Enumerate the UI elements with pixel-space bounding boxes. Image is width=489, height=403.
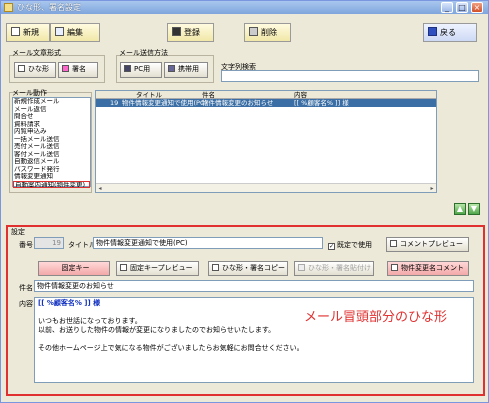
content-line: その他ホームページ上で気になる物件がございましたらお気軽にお問合せください。 <box>38 344 304 352</box>
new-document-icon <box>11 27 20 36</box>
fixed-key-preview-button[interactable]: 固定キープレビュー <box>116 261 199 276</box>
comment-preview-button[interactable]: コメントプレビュー <box>386 237 469 252</box>
mail-actions-list[interactable]: 新規作成メール メール返信 問合せ 資料請求 内覧申込み 一括メール送信 売付メール送信 客付… <box>12 97 91 188</box>
eraser-icon <box>249 27 258 36</box>
content-line <box>38 335 470 344</box>
comment-icon <box>391 264 398 271</box>
arrow-down-icon: ▼ <box>470 204 478 213</box>
property-comment-button[interactable]: 物件変更名コメント <box>387 261 469 276</box>
pc-label: PC用 <box>134 65 151 73</box>
register-label: 登録 <box>184 28 200 37</box>
mobile-phone-icon <box>168 65 175 72</box>
default-use-checkbox[interactable]: ✓ 既定で使用 <box>328 240 372 250</box>
send-method-label: メール送信方法 <box>119 49 168 57</box>
copy-icon <box>212 264 219 271</box>
title-bar: ひな形、署名設定 _ □ × <box>1 1 488 14</box>
arrow-left-icon <box>428 27 437 36</box>
preview-icon <box>120 264 127 271</box>
fixed-key-label: 固定キー <box>61 264 90 272</box>
list-item[interactable]: 自動返信メール <box>13 158 90 166</box>
arrow-up-icon: ▲ <box>456 204 464 213</box>
move-up-button[interactable]: ▲ <box>454 203 466 215</box>
list-item[interactable]: 情報変更通知 <box>13 173 90 181</box>
list-item[interactable]: パスワード発行 <box>13 166 90 174</box>
list-item[interactable]: 新規作成メール <box>13 98 90 106</box>
table-row[interactable]: 19 物件情報変更通知で使用(PC) 物件情報変更のお知らせ [[ %顧客名% … <box>96 99 436 107</box>
settings-window: ひな形、署名設定 _ □ × 新規 編集 登録 削除 戻る メール文章形式 ひな… <box>0 0 489 403</box>
settings-label: 設定 <box>11 228 25 236</box>
register-button[interactable]: 登録 <box>167 23 214 42</box>
content-line: 以前、お送りした物件の情報が変更になりましたのでお知らせいたします。 <box>38 326 276 334</box>
computer-icon <box>124 65 131 72</box>
copy-template-button[interactable]: ひな形・署名コピー <box>208 261 288 276</box>
copy-template-label: ひな形・署名コピー <box>222 264 285 272</box>
fixed-key-button[interactable]: 固定キー <box>38 261 110 276</box>
default-use-label: 既定で使用 <box>337 241 372 249</box>
row-number: 19 <box>110 99 119 107</box>
paste-template-label: ひな形・署名貼付け <box>308 264 371 272</box>
row-title: 物件情報変更通知で使用(PC) <box>122 99 208 107</box>
template-format-label: メール文章形式 <box>12 49 61 57</box>
paste-template-button: ひな形・署名貼付け <box>294 261 374 276</box>
signature-icon <box>62 65 69 72</box>
header-subject: 件名 <box>202 91 215 99</box>
mobile-toggle[interactable]: 携帯用 <box>164 62 208 78</box>
list-item[interactable]: 一括メール送信 <box>13 136 90 144</box>
delete-label: 削除 <box>261 28 277 37</box>
pc-toggle[interactable]: PC用 <box>120 62 162 78</box>
number-field: 19 <box>34 237 64 249</box>
signature-toggle[interactable]: 署名 <box>58 62 98 78</box>
horizontal-scrollbar[interactable]: ◂ ▸ <box>96 183 436 192</box>
list-item[interactable]: 売付メール送信 <box>13 143 90 151</box>
app-icon <box>4 3 13 12</box>
close-button[interactable]: × <box>471 2 483 13</box>
minimize-button[interactable]: _ <box>441 2 453 13</box>
subject-label: 件名 <box>19 284 33 292</box>
paste-icon <box>298 264 305 271</box>
move-down-button[interactable]: ▼ <box>468 203 480 215</box>
fixed-key-preview-label: 固定キープレビュー <box>130 264 193 272</box>
table-header: タイトル 件名 内容 <box>96 91 436 99</box>
title-label: タイトル <box>68 241 96 249</box>
template-toggle[interactable]: ひな形 <box>14 62 56 78</box>
maximize-button[interactable]: □ <box>456 2 468 13</box>
annotation-text: メール冒頭部分のひな形 <box>304 310 448 325</box>
back-button[interactable]: 戻る <box>423 23 477 42</box>
template-table[interactable]: タイトル 件名 内容 19 物件情報変更通知で使用(PC) 物件情報変更のお知ら… <box>95 90 437 193</box>
new-label: 新規 <box>23 28 39 37</box>
row-subject: 物件情報変更のお知らせ <box>202 99 274 107</box>
signature-label: 署名 <box>72 65 86 73</box>
edit-label: 編集 <box>67 28 83 37</box>
list-item[interactable]: 資料請求 <box>13 121 90 129</box>
window-title: ひな形、署名設定 <box>17 3 81 12</box>
scroll-right-icon[interactable]: ▸ <box>428 185 436 192</box>
subject-field[interactable]: 物件情報変更のお知らせ <box>34 280 474 292</box>
search-input[interactable] <box>221 70 479 82</box>
back-label: 戻る <box>440 28 456 37</box>
title-field[interactable]: 物件情報変更通知で使用(PC) <box>93 237 323 249</box>
header-title: タイトル <box>136 91 162 99</box>
edit-icon <box>55 27 64 36</box>
header-content: 内容 <box>294 91 307 99</box>
number-label: 番号 <box>19 241 33 249</box>
mobile-label: 携帯用 <box>178 65 199 73</box>
checkbox-checked-icon: ✓ <box>328 243 335 250</box>
property-comment-label: 物件変更名コメント <box>401 264 464 272</box>
floppy-disk-icon <box>172 27 181 36</box>
scroll-left-icon[interactable]: ◂ <box>96 185 104 192</box>
list-item[interactable]: 自動案内通知(物件変更) <box>13 180 90 188</box>
preview-icon <box>390 240 397 247</box>
document-icon <box>18 65 25 72</box>
content-label: 内容 <box>19 300 33 308</box>
list-item[interactable]: メール返信 <box>13 106 90 114</box>
list-item[interactable]: 内覧申込み <box>13 128 90 136</box>
delete-button[interactable]: 削除 <box>244 23 291 42</box>
template-label: ひな形 <box>28 65 49 73</box>
new-button[interactable]: 新規 <box>6 23 50 42</box>
row-content: [[ %顧客名% ]] 様 <box>294 99 349 107</box>
comment-preview-label: コメントプレビュー <box>400 240 463 248</box>
list-item[interactable]: 客付メール送信 <box>13 151 90 159</box>
edit-button[interactable]: 編集 <box>50 23 100 42</box>
list-item[interactable]: 問合せ <box>13 113 90 121</box>
